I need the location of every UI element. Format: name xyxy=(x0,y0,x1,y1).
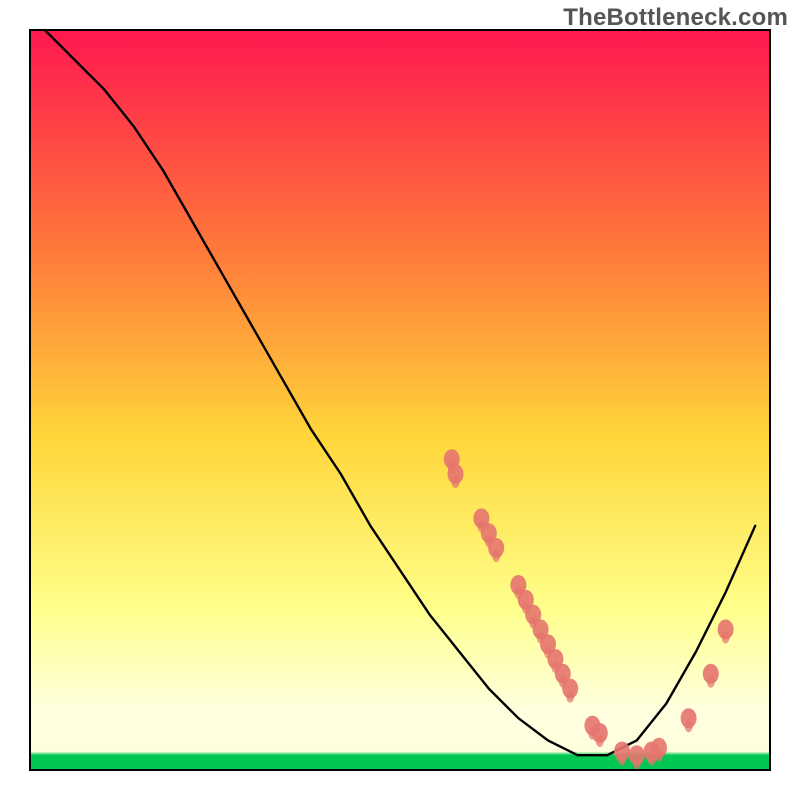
scatter-marker-tail xyxy=(452,476,460,488)
chart-svg xyxy=(0,0,800,800)
chart-frame: TheBottleneck.com xyxy=(0,0,800,800)
scatter-marker-tail xyxy=(596,735,604,747)
scatter-marker-tail xyxy=(707,676,715,688)
scatter-marker-tail xyxy=(633,757,641,769)
scatter-marker-tail xyxy=(618,754,626,766)
scatter-marker-tail xyxy=(492,550,500,562)
scatter-marker-tail xyxy=(566,691,574,703)
scatter-marker-tail xyxy=(722,631,730,643)
scatter-marker-tail xyxy=(685,720,693,732)
scatter-marker-tail xyxy=(655,750,663,762)
watermark-text: TheBottleneck.com xyxy=(563,4,788,32)
plot-background xyxy=(30,30,770,770)
